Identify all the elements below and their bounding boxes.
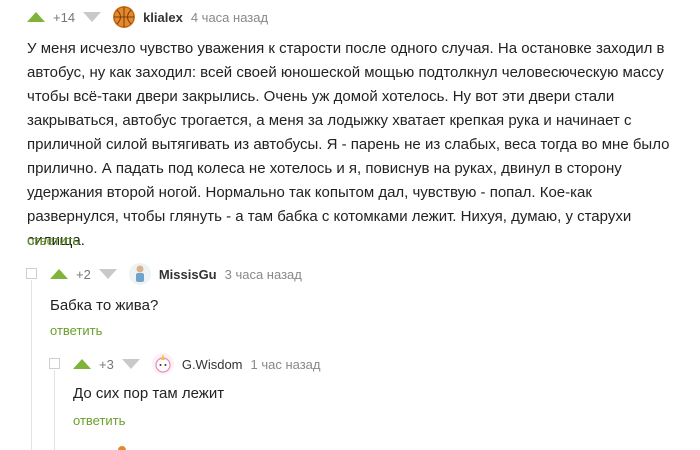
upvote-icon[interactable]	[50, 269, 68, 279]
basketball-icon	[113, 6, 135, 28]
comment-rating: +14	[53, 9, 76, 25]
reply-button[interactable]: ответить	[27, 233, 79, 248]
avatar[interactable]	[113, 6, 136, 28]
comment-rating: +2	[76, 266, 91, 282]
next-comment-partial	[118, 446, 126, 450]
upvote-icon[interactable]	[27, 12, 45, 22]
comment-username[interactable]: klialex	[143, 10, 183, 25]
comment-2-header: +2 MissisGu 3 часа назад	[50, 262, 302, 286]
comment-text: До сих пор там лежит	[73, 385, 225, 402]
avatar[interactable]	[151, 353, 174, 375]
unicorn-icon	[155, 354, 171, 373]
downvote-icon[interactable]	[83, 12, 102, 22]
downvote-icon[interactable]	[121, 359, 140, 369]
comment-3-header: +3 G.Wisdom 1 час назад	[73, 352, 321, 376]
comment-text: Бабка то жива?	[50, 297, 159, 314]
avatar[interactable]	[128, 263, 151, 285]
collapse-thread-button[interactable]	[49, 358, 60, 369]
collapse-thread-button[interactable]	[26, 268, 37, 279]
comment-1-header: +14 klialex 4 часа назад	[27, 5, 268, 29]
comment-username[interactable]: MissisGu	[159, 267, 217, 282]
thread-line	[54, 370, 55, 450]
person-figure-icon	[135, 265, 144, 282]
reply-button[interactable]: ответить	[73, 413, 125, 428]
comment-timestamp: 1 час назад	[250, 356, 321, 372]
thread-line	[31, 280, 32, 450]
downvote-icon[interactable]	[98, 269, 117, 279]
comment-text: У меня исчезло чувство уважения к старос…	[27, 40, 670, 249]
reply-button[interactable]: ответить	[50, 323, 102, 338]
comment-rating: +3	[99, 356, 114, 372]
comment-username[interactable]: G.Wisdom	[182, 357, 243, 372]
comment-timestamp: 4 часа назад	[190, 9, 269, 25]
upvote-icon[interactable]	[73, 359, 91, 369]
comment-timestamp: 3 часа назад	[224, 266, 302, 282]
